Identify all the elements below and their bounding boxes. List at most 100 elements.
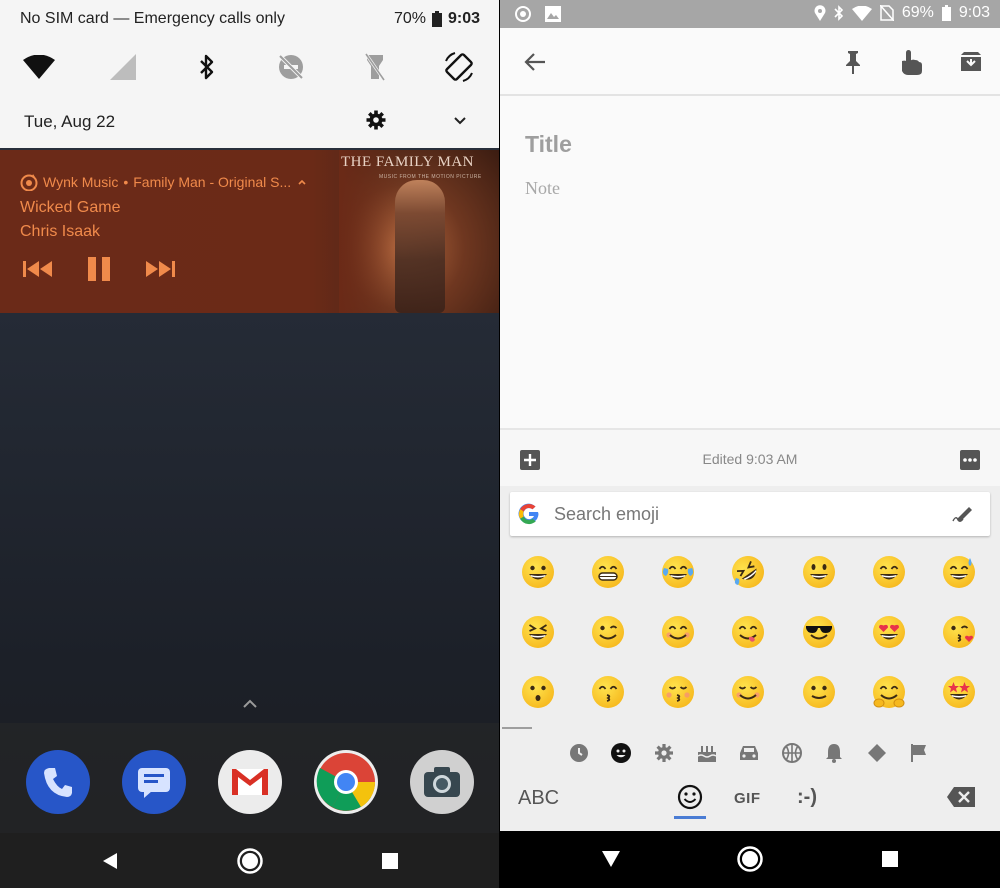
music-notification-icon <box>514 5 532 23</box>
activity-gear-icon[interactable] <box>653 742 675 764</box>
wynk-music-icon <box>20 173 38 191</box>
emoji-squinting-laugh[interactable] <box>520 614 556 650</box>
emoji-hugging[interactable] <box>871 674 907 710</box>
note-body-input[interactable]: Note <box>525 178 560 199</box>
battery-icon <box>941 5 951 21</box>
emoji-slight-smile[interactable] <box>801 674 837 710</box>
edited-timestamp: Edited 9:03 AM <box>702 451 798 467</box>
emoji-smile[interactable] <box>871 554 907 590</box>
emoji-rolling-laughing[interactable] <box>730 554 766 590</box>
travel-car-icon[interactable] <box>738 742 760 764</box>
chrome-app-icon[interactable] <box>314 750 378 814</box>
abc-switch-button[interactable]: ABC <box>518 787 559 810</box>
emoji-relaxed[interactable] <box>730 674 766 710</box>
previous-track-button[interactable] <box>22 257 54 281</box>
emoji-star-struck[interactable] <box>941 674 977 710</box>
emoji-category-bar <box>500 738 1000 768</box>
emoji-kissing-smiling-eyes[interactable] <box>590 674 626 710</box>
bluetooth-tile-icon[interactable] <box>190 50 224 84</box>
song-title: Wicked Game <box>20 199 121 216</box>
expand-chevron-down-icon[interactable] <box>452 113 468 129</box>
media-notification[interactable]: THE FAMILY MAN MUSIC FROM THE MOTION PIC… <box>0 150 499 313</box>
pin-icon[interactable] <box>839 48 867 76</box>
emoji-heart-eyes[interactable] <box>871 614 907 650</box>
next-track-button[interactable] <box>144 257 176 281</box>
emoji-keyboard: Search emoji ABC GIF:-) <box>500 486 1000 831</box>
wifi-tile-icon[interactable] <box>22 50 56 84</box>
handwriting-pen-icon[interactable] <box>952 505 974 523</box>
reminder-finger-icon[interactable] <box>897 48 925 76</box>
keyboard-bottom-row: ABC GIF :-) <box>500 778 1000 828</box>
note-toolbar <box>500 28 1000 96</box>
collapse-chevron-up-icon[interactable] <box>296 176 308 188</box>
status-right: 70% 9:03 <box>394 10 480 28</box>
recents-square-icon[interactable] <box>375 846 405 876</box>
clock: 9:03 <box>447 10 480 27</box>
emoji-winking[interactable] <box>590 614 626 650</box>
emoticon-tab-button[interactable]: :-) <box>797 786 817 809</box>
emoji-smiley[interactable] <box>801 554 837 590</box>
emoji-savoring[interactable] <box>730 614 766 650</box>
messages-app-icon[interactable] <box>122 750 186 814</box>
food-cake-icon[interactable] <box>696 742 718 764</box>
gif-tab-button[interactable]: GIF <box>734 790 761 807</box>
no-sim-icon <box>879 5 894 21</box>
smileys-category-icon[interactable] <box>610 742 632 764</box>
emoji-tab-smiley-icon[interactable] <box>677 784 703 810</box>
carrier-status: No SIM card — Emergency calls only <box>20 10 285 27</box>
album-art-figure <box>395 180 445 313</box>
settings-gear-icon[interactable] <box>366 110 386 130</box>
clock: 9:03 <box>958 4 990 21</box>
camera-app-icon[interactable] <box>410 750 474 814</box>
sports-basketball-icon[interactable] <box>781 742 803 764</box>
emoji-kissing-heart[interactable] <box>941 614 977 650</box>
phone-app-icon[interactable] <box>26 750 90 814</box>
more-options-icon[interactable] <box>959 449 981 471</box>
emoji-tears-of-joy[interactable] <box>660 554 696 590</box>
right-navigation-bar <box>500 831 1000 888</box>
auto-rotate-tile-icon[interactable] <box>442 50 476 84</box>
app-drawer-chevron-up-icon[interactable] <box>240 697 260 711</box>
emoji-blush[interactable] <box>660 614 696 650</box>
home-circle-icon[interactable] <box>235 846 265 876</box>
left-navigation-bar <box>0 833 499 888</box>
battery-icon <box>431 11 442 27</box>
recents-square-icon[interactable] <box>875 844 905 874</box>
status-bar: 69% 9:03 <box>500 0 1000 28</box>
battery-percent: 70% <box>393 10 426 27</box>
backspace-icon[interactable] <box>946 786 976 808</box>
cellular-tile-icon[interactable] <box>106 50 140 84</box>
gmail-app-icon[interactable] <box>218 750 282 814</box>
quick-tiles <box>0 50 499 84</box>
back-triangle-icon[interactable] <box>95 846 125 876</box>
emoji-sunglasses[interactable] <box>801 614 837 650</box>
emoji-search-bar[interactable]: Search emoji <box>510 492 990 536</box>
app-dock <box>0 723 499 833</box>
note-bottom-bar: Edited 9:03 AM <box>500 428 1000 486</box>
flashlight-tile-icon[interactable] <box>358 50 392 84</box>
active-tab-underline <box>674 816 706 819</box>
back-triangle-icon[interactable] <box>596 844 626 874</box>
date-label: Tue, Aug 22 <box>24 112 116 131</box>
dnd-off-tile-icon[interactable] <box>274 50 308 84</box>
emoji-sweat-smile[interactable] <box>941 554 977 590</box>
left-phone-screen: No SIM card — Emergency calls only 70% 9… <box>0 0 499 888</box>
back-arrow-icon[interactable] <box>521 48 549 76</box>
pause-button[interactable] <box>83 257 115 281</box>
emoji-grinning[interactable] <box>520 554 556 590</box>
emoji-kissing[interactable] <box>520 674 556 710</box>
flags-icon[interactable] <box>908 742 930 764</box>
emoji-beaming[interactable] <box>590 554 626 590</box>
wifi-icon <box>851 5 872 21</box>
home-circle-icon[interactable] <box>735 844 765 874</box>
media-header: Wynk Music • Family Man - Original S... <box>20 173 308 191</box>
google-g-icon <box>518 503 540 525</box>
objects-bell-icon[interactable] <box>823 742 845 764</box>
archive-icon[interactable] <box>957 48 985 76</box>
emoji-search-input[interactable]: Search emoji <box>554 504 659 525</box>
emoji-kissing-closed-eyes[interactable] <box>660 674 696 710</box>
note-title-input[interactable]: Title <box>525 131 572 158</box>
header-separator: • <box>123 174 129 190</box>
symbols-diamond-icon[interactable] <box>866 742 888 764</box>
recent-clock-icon[interactable] <box>568 742 590 764</box>
